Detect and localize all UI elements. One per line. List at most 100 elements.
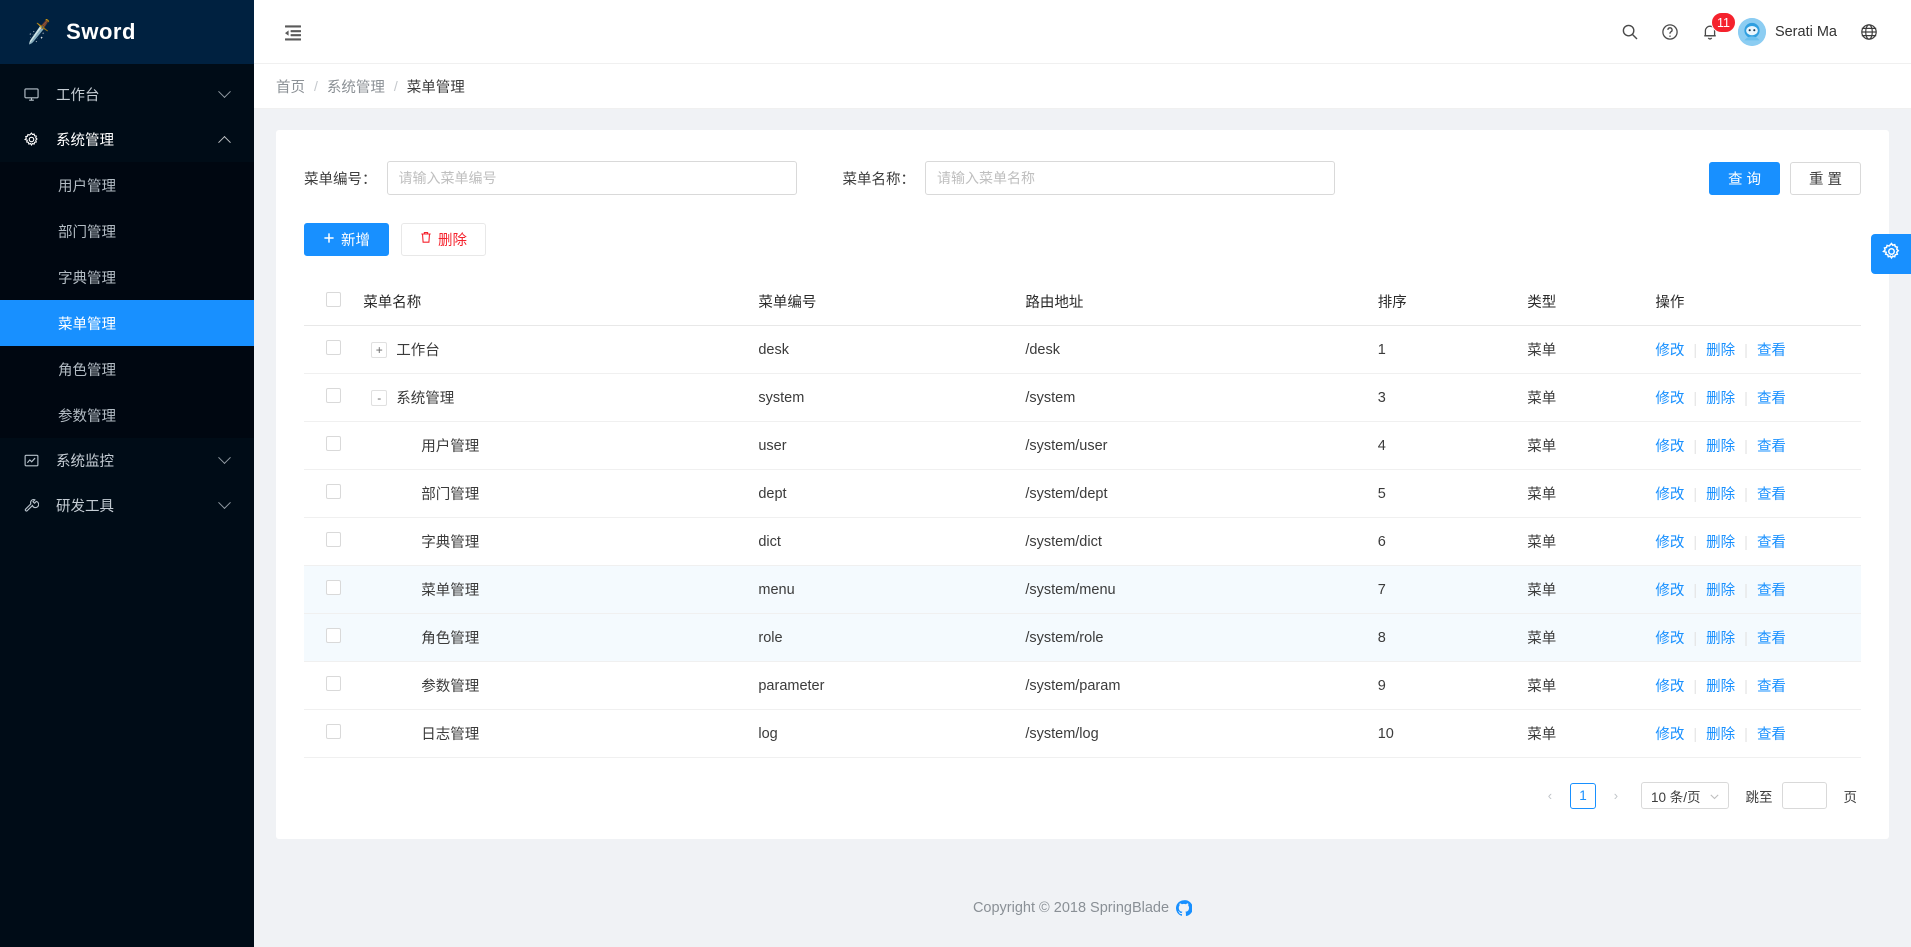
sidebar-item-devtools[interactable]: 研发工具 [0,483,254,528]
view-link[interactable]: 查看 [1757,343,1786,359]
menu-table: 菜单名称 菜单编号 路由地址 排序 类型 操作 +工作台desk/desk1菜单… [304,278,1861,758]
table-row[interactable]: 角色管理role/system/role8菜单修改|删除|查看 [304,614,1861,662]
delete-link[interactable]: 删除 [1706,343,1735,359]
collapse-row-icon[interactable]: - [371,390,387,406]
edit-link[interactable]: 修改 [1655,535,1684,551]
user-menu[interactable]: Serati Ma [1730,11,1849,53]
view-link[interactable]: 查看 [1757,631,1786,647]
question-circle-icon[interactable] [1650,11,1690,53]
sidebar-item-param-management[interactable]: 参数管理 [0,392,254,438]
edit-link[interactable]: 修改 [1655,583,1684,599]
sidebar-item-system[interactable]: 系统管理 [0,117,254,162]
sidebar-item-role-management[interactable]: 角色管理 [0,346,254,392]
view-link[interactable]: 查看 [1757,535,1786,551]
query-button[interactable]: 查 询 [1709,162,1780,195]
delete-link[interactable]: 删除 [1706,439,1735,455]
view-link[interactable]: 查看 [1757,487,1786,503]
edit-link[interactable]: 修改 [1655,343,1684,359]
table-row[interactable]: 字典管理dict/system/dict6菜单修改|删除|查看 [304,518,1861,566]
view-link[interactable]: 查看 [1757,583,1786,599]
sidebar-item-dept-management[interactable]: 部门管理 [0,208,254,254]
sidebar-item-menu-management[interactable]: 菜单管理 [0,300,254,346]
row-checkbox[interactable] [326,628,341,643]
cell-menu-name: 参数管理 [355,662,750,710]
expand-row-icon[interactable]: + [371,342,387,358]
delete-link[interactable]: 删除 [1706,535,1735,551]
chevron-down-icon [220,498,232,514]
table-row[interactable]: +工作台desk/desk1菜单修改|删除|查看 [304,326,1861,374]
table-row[interactable]: 部门管理dept/system/dept5菜单修改|删除|查看 [304,470,1861,518]
delete-link[interactable]: 删除 [1706,727,1735,743]
table-row[interactable]: 参数管理parameter/system/param9菜单修改|删除|查看 [304,662,1861,710]
breadcrumb-item-system[interactable]: 系统管理 [327,76,385,97]
view-link[interactable]: 查看 [1757,439,1786,455]
settings-drawer-toggle[interactable] [1871,234,1911,274]
breadcrumb-item-home[interactable]: 首页 [276,76,305,97]
sword-icon: 🗡️ [25,20,54,44]
select-all-checkbox[interactable] [326,292,341,307]
view-link[interactable]: 查看 [1757,679,1786,695]
next-page-button[interactable]: › [1605,783,1627,809]
sidebar-item-dict-management[interactable]: 字典管理 [0,254,254,300]
menu-fold-icon[interactable] [278,17,308,47]
prev-page-button[interactable]: ‹ [1539,783,1561,809]
menu-name-label: 菜单名称： [843,168,916,189]
github-icon[interactable] [1176,900,1192,916]
brand-logo[interactable]: 🗡️ Sword [0,0,254,64]
cell-menu-code: dept [750,470,1017,518]
menu-name-text: 系统管理 [396,387,454,408]
table-row[interactable]: 菜单管理menu/system/menu7菜单修改|删除|查看 [304,566,1861,614]
field-menu-code: 菜单编号： [304,161,797,195]
edit-link[interactable]: 修改 [1655,631,1684,647]
menu-name-input[interactable] [925,161,1335,195]
row-checkbox[interactable] [326,484,341,499]
search-icon[interactable] [1610,11,1650,53]
view-link[interactable]: 查看 [1757,391,1786,407]
column-header-actions: 操作 [1647,278,1861,326]
topbar-actions: 11 Serati Ma [1610,11,1889,53]
page-number-1[interactable]: 1 [1570,783,1596,809]
row-checkbox[interactable] [326,676,341,691]
sidebar-item-workbench[interactable]: 工作台 [0,72,254,117]
sidebar-subitem-label: 字典管理 [58,267,116,288]
delete-link[interactable]: 删除 [1706,487,1735,503]
table-row[interactable]: 日志管理log/system/log10菜单修改|删除|查看 [304,710,1861,758]
action-divider: | [1744,439,1748,455]
menu-code-input[interactable] [387,161,797,195]
row-checkbox[interactable] [326,580,341,595]
menu-name-wrapper: +工作台 [363,339,742,360]
row-select-cell [304,422,355,470]
row-checkbox[interactable] [326,436,341,451]
edit-link[interactable]: 修改 [1655,487,1684,503]
row-checkbox[interactable] [326,724,341,739]
globe-icon[interactable] [1849,11,1889,53]
table-row[interactable]: 用户管理user/system/user4菜单修改|删除|查看 [304,422,1861,470]
sidebar-item-monitor[interactable]: 系统监控 [0,438,254,483]
row-checkbox[interactable] [326,388,341,403]
cell-type: 菜单 [1519,470,1647,518]
sidebar-item-user-management[interactable]: 用户管理 [0,162,254,208]
reset-button[interactable]: 重 置 [1790,162,1861,195]
cell-type: 菜单 [1519,710,1647,758]
menu-name-wrapper: 字典管理 [363,531,742,552]
bell-icon[interactable]: 11 [1690,11,1730,53]
edit-link[interactable]: 修改 [1655,439,1684,455]
edit-link[interactable]: 修改 [1655,391,1684,407]
menu-name-wrapper: 日志管理 [363,723,742,744]
cell-menu-name: 菜单管理 [355,566,750,614]
edit-link[interactable]: 修改 [1655,679,1684,695]
row-checkbox[interactable] [326,532,341,547]
delete-button[interactable]: 删除 [401,223,486,256]
page-size-select[interactable]: 10 条/页 [1641,782,1729,809]
row-checkbox[interactable] [326,340,341,355]
delete-link[interactable]: 删除 [1706,679,1735,695]
table-row[interactable]: -系统管理system/system3菜单修改|删除|查看 [304,374,1861,422]
action-divider: | [1693,583,1697,599]
add-button[interactable]: 新增 [304,223,389,256]
edit-link[interactable]: 修改 [1655,727,1684,743]
delete-link[interactable]: 删除 [1706,391,1735,407]
delete-link[interactable]: 删除 [1706,631,1735,647]
view-link[interactable]: 查看 [1757,727,1786,743]
jump-page-input[interactable] [1782,782,1827,809]
delete-link[interactable]: 删除 [1706,583,1735,599]
